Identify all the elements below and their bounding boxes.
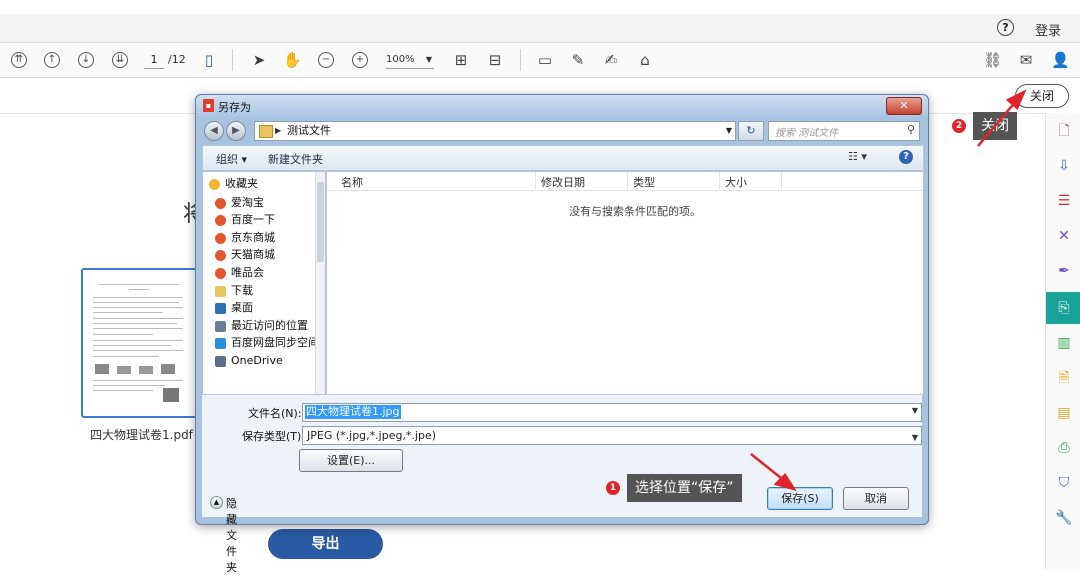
annotation-arrow [977,89,1027,147]
annotation-arrows [750,89,1027,492]
annotation-arrow [750,453,797,492]
